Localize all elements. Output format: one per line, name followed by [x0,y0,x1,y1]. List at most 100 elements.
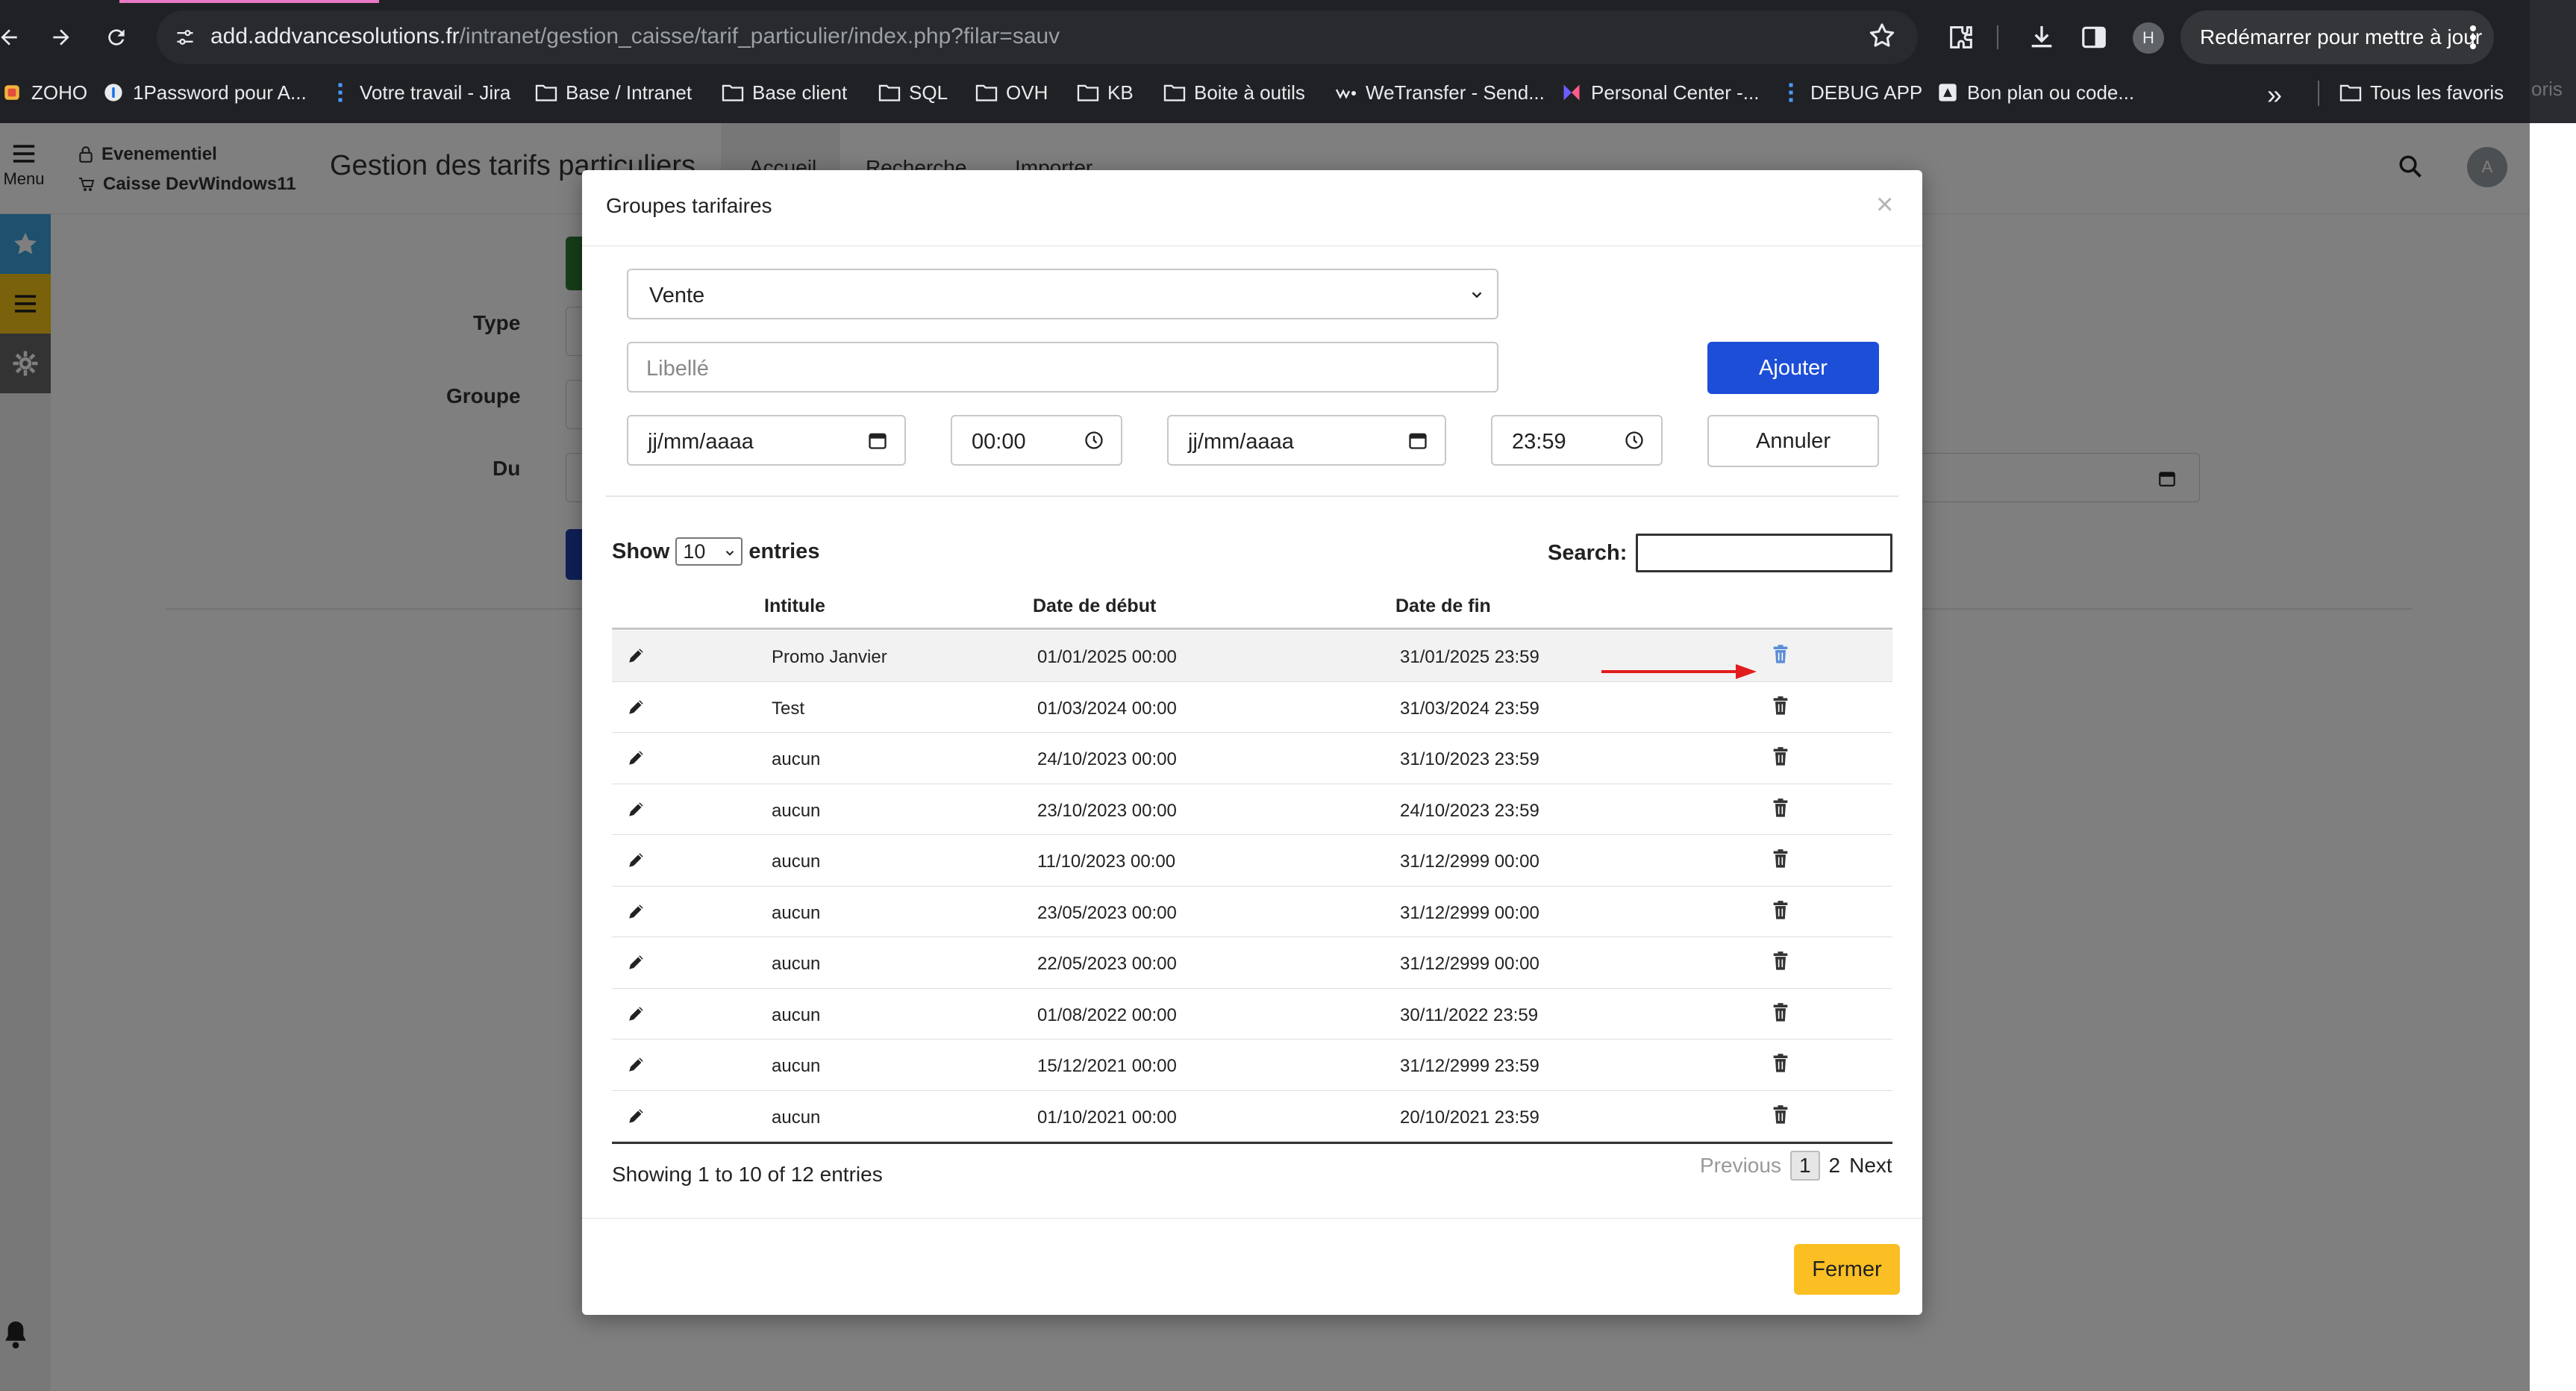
reload-button[interactable] [94,15,139,60]
bookmark-personal-center[interactable]: Personal Center -... [1560,72,1759,113]
site-info-icon[interactable] [167,19,203,55]
personal-center-icon [1560,81,1584,104]
calendar-icon[interactable] [1407,430,1428,451]
row-start-date: 01/08/2022 00:00 [1037,1004,1177,1025]
edit-pencil-icon[interactable] [627,646,646,665]
adjacent-window-text: oris [2531,78,2563,100]
trash-icon[interactable] [1772,746,1789,767]
edit-pencil-icon[interactable] [627,1004,646,1023]
column-date-fin[interactable]: Date de fin [1395,596,1491,617]
search-label: Search: [1548,541,1628,565]
libelle-input[interactable]: Libellé [627,342,1498,393]
page-length-select[interactable]: 10 [675,537,743,566]
zoho-logo-icon [0,81,24,104]
trash-icon[interactable] [1772,1053,1789,1074]
bookmark-bon-plan[interactable]: Bon plan ou code... [1936,72,2134,113]
url-text[interactable]: add.addvancesolutions.fr/intranet/gestio… [210,24,1060,49]
pagination: Previous 1 2 Next [1700,1149,1892,1182]
type-select[interactable]: Vente [627,269,1498,319]
forward-button[interactable] [39,15,84,60]
end-time-input[interactable]: 23:59 [1491,415,1663,466]
bookmarks-overflow-button[interactable]: » [2267,79,2282,110]
libelle-placeholder: Libellé [646,357,709,381]
url-host: add.addvancesolutions.fr [210,24,460,49]
column-date-debut[interactable]: Date de début [1033,596,1156,617]
edit-pencil-icon[interactable] [627,697,646,716]
trash-icon[interactable] [1772,1002,1789,1023]
row-end-date: 31/01/2025 23:59 [1400,647,1539,667]
end-date-input[interactable]: jj/mm/aaaa [1167,415,1446,466]
row-title: Promo Janvier [772,647,887,667]
row-start-date: 23/05/2023 00:00 [1037,902,1177,923]
page-length-control: Show 10 entries [612,537,819,566]
bookmark-boite-a-outils[interactable]: Boite à outils [1163,72,1305,113]
bookmark-debug-app[interactable]: DEBUG APP [1779,72,1922,113]
table-row: aucun 24/10/2023 00:00 31/10/2023 23:59 [612,733,1892,784]
restart-update-button[interactable]: Redémarrer pour mettre à jour [2180,10,2494,64]
bookmark-wetransfer[interactable]: WeTransfer - Send... [1334,72,1545,113]
wetransfer-icon [1334,81,1358,104]
clock-icon[interactable] [1084,430,1104,451]
calendar-icon[interactable] [867,430,888,451]
bookmark-jira[interactable]: Votre travail - Jira [328,72,510,113]
back-button[interactable] [0,15,31,60]
column-intitule[interactable]: Intitule [764,596,825,617]
trash-icon[interactable] [1772,696,1789,716]
edit-pencil-icon[interactable] [627,1054,646,1074]
bookmark-sql[interactable]: SQL [878,72,948,113]
trash-icon[interactable] [1772,644,1789,665]
close-button[interactable]: Fermer [1794,1244,1900,1295]
edit-pencil-icon[interactable] [627,850,646,869]
bookmark-all-favorites[interactable]: Tous les favoris [2339,72,2504,113]
trash-icon[interactable] [1772,951,1789,972]
edit-pencil-icon[interactable] [627,1106,646,1125]
pagination-page-2[interactable]: 2 [1829,1154,1841,1178]
add-button[interactable]: Ajouter [1707,342,1879,394]
edit-pencil-icon[interactable] [627,799,646,819]
start-date-value: jj/mm/aaaa [648,430,754,454]
bookmark-ovh[interactable]: OVH [975,72,1048,113]
trash-icon[interactable] [1772,798,1789,819]
row-end-date: 31/12/2999 00:00 [1400,954,1539,974]
row-title: aucun [772,1056,821,1076]
table-search-input[interactable] [1636,534,1892,572]
folder-icon [2339,81,2363,104]
active-tab-indicator [119,0,379,3]
bookmark-base-intranet[interactable]: Base / Intranet [534,72,692,113]
bookmark-kb[interactable]: KB [1076,72,1134,113]
edit-pencil-icon[interactable] [627,748,646,767]
pagination-previous[interactable]: Previous [1700,1154,1781,1178]
jira-icon [1779,81,1803,104]
trash-icon[interactable] [1772,848,1789,869]
trash-icon[interactable] [1772,1104,1789,1125]
row-title: Test [772,698,805,719]
clock-icon[interactable] [1624,430,1645,451]
bookmark-zoho[interactable]: ZOHO [0,72,87,113]
profile-avatar[interactable]: H [2133,22,2164,54]
start-time-input[interactable]: 00:00 [951,415,1122,466]
row-end-date: 31/12/2999 00:00 [1400,851,1539,872]
bookmark-base-client[interactable]: Base client [721,72,847,113]
address-bar[interactable]: add.addvancesolutions.fr/intranet/gestio… [157,10,1918,64]
url-path: /intranet/gestion_caisse/tarif_particuli… [459,24,1060,49]
edit-pencil-icon[interactable] [627,952,646,972]
download-icon[interactable] [2021,16,2063,58]
restart-update-label: Redémarrer pour mettre à jour [2200,25,2483,49]
1password-icon [101,81,125,104]
row-title: aucun [772,1004,821,1025]
start-date-input[interactable]: jj/mm/aaaa [627,415,906,466]
edit-pencil-icon[interactable] [627,901,646,921]
side-panel-icon[interactable] [2073,16,2115,58]
bookmark-1password[interactable]: 1Password pour A... [101,72,307,113]
table-row: aucun 23/10/2023 00:00 24/10/2023 23:59 [612,784,1892,835]
table-body: Promo Janvier 01/01/2025 00:00 31/01/2025 … [612,631,1892,1142]
extensions-icon[interactable] [1940,16,1982,58]
cancel-button[interactable]: Annuler [1707,415,1879,467]
forward-arrow-icon [53,29,69,46]
bookmark-star-icon[interactable] [1867,21,1897,51]
pagination-page-1[interactable]: 1 [1789,1151,1820,1181]
table-row: aucun 23/05/2023 00:00 31/12/2999 00:00 [612,887,1892,937]
trash-icon[interactable] [1772,900,1789,921]
pagination-next[interactable]: Next [1849,1154,1892,1178]
close-icon[interactable]: × [1876,188,1893,222]
